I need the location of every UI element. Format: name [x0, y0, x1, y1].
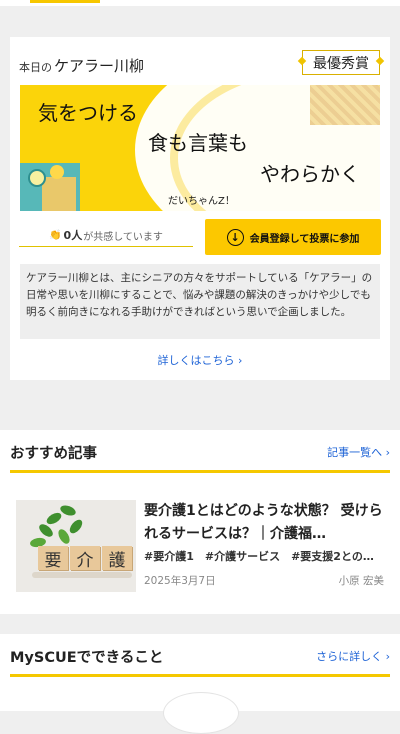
flower-icon: [28, 169, 46, 187]
active-tab-indicator: [30, 0, 100, 3]
article-list-link[interactable]: 記事一覧へ ›: [327, 444, 390, 460]
recommended-header: おすすめ記事 記事一覧へ ›: [10, 434, 390, 473]
top-tab-strip: [0, 0, 400, 6]
bottom-nav-circle[interactable]: [163, 692, 239, 734]
kanji-tiles: 要 介 護: [38, 546, 134, 571]
senryu-banner-image: 気をつける 食も言葉も やわらかく だいちゃんZ！: [20, 85, 380, 211]
register-vote-label: 会員登録して投票に参加: [249, 233, 360, 245]
senryu-title: 本日の ケアラー川柳: [19, 55, 144, 76]
details-link[interactable]: 詳しくはこちら ›: [10, 352, 390, 368]
empathy-suffix: が共感しています: [83, 231, 163, 243]
pattern-decoration: [310, 85, 380, 125]
poem-line-1: 気をつける: [38, 101, 138, 125]
article-thumbnail[interactable]: 要 介 護: [16, 500, 136, 592]
tile-1: 要: [38, 546, 68, 571]
article-title[interactable]: 要介護1とはどのような状態？ 受けられるサービスは？｜介護福…: [144, 500, 384, 546]
myscue-heading: MySCUEでできること: [10, 650, 164, 666]
more-details-link[interactable]: さらに詳しく ›: [316, 648, 390, 664]
register-vote-button[interactable]: ↓ 会員登録して投票に参加: [205, 219, 381, 255]
article-date: 2025年3月7日: [144, 575, 216, 587]
poem-line-3: やわらかく: [260, 162, 360, 186]
article-author: 小原 宏美: [338, 575, 384, 587]
poem-line-2: 食も言葉も: [148, 131, 248, 155]
tile-2: 介: [70, 546, 100, 571]
myscue-header: MySCUEでできること さらに詳しく ›: [10, 638, 390, 677]
article-tags: #要介護1 #介護サービス #要支援2との…: [144, 550, 374, 563]
clap-hand-icon: 👏: [49, 229, 62, 241]
tile-3: 護: [102, 546, 132, 571]
senryu-description: ケアラー川柳とは、主にシニアの方々をサポートしている「ケアラー」の日常や思いを川…: [20, 264, 380, 339]
award-badge: 最優秀賞: [302, 50, 380, 75]
recommended-heading: おすすめ記事: [10, 446, 97, 462]
download-arrow-icon: ↓: [226, 228, 244, 246]
senryu-card: 本日の ケアラー川柳 最優秀賞 気をつける 食も言葉も やわらかく だいちゃんZ…: [10, 37, 390, 380]
poem-author: だいちゃんZ！: [168, 196, 235, 207]
senryu-title-big: ケアラー川柳: [54, 57, 145, 75]
senryu-title-small: 本日の: [19, 61, 52, 74]
empathy-count: 0人: [63, 229, 83, 242]
empathy-counter[interactable]: 👏 0人 が共感しています: [19, 224, 193, 247]
